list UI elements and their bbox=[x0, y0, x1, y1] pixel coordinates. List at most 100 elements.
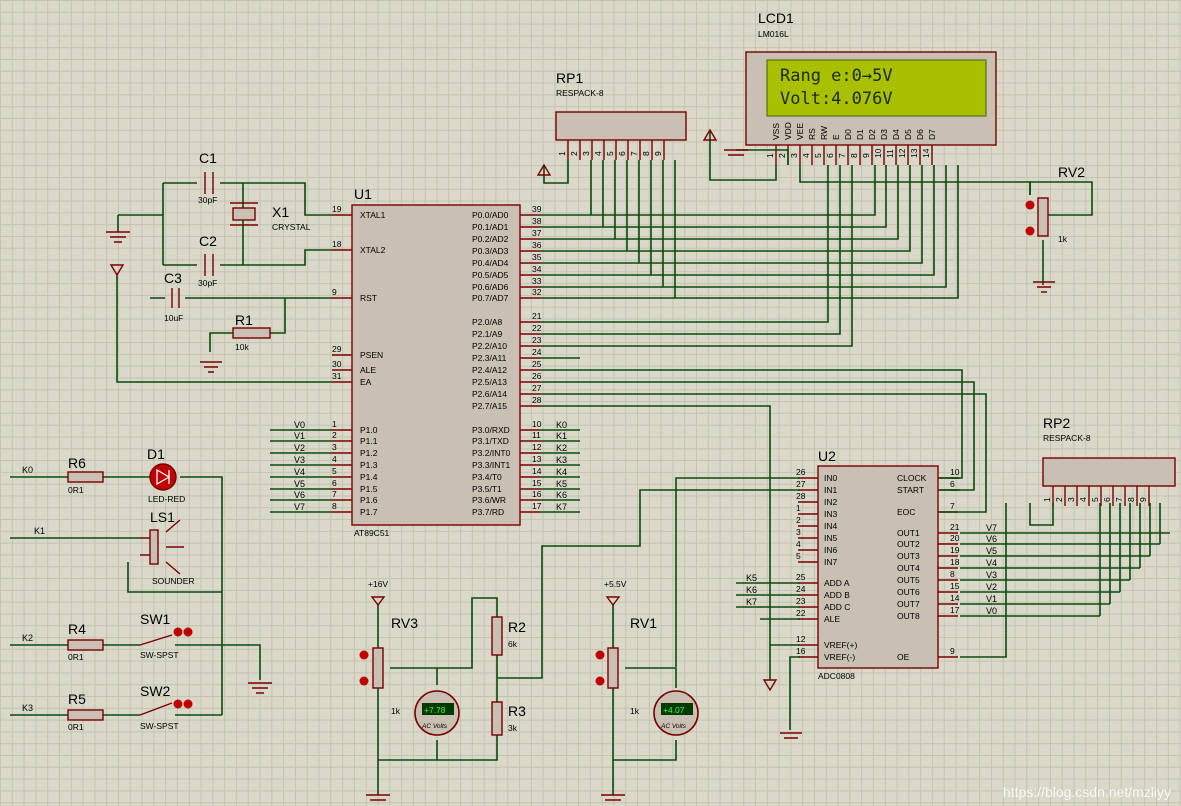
d1-led[interactable]: D1 LED-RED bbox=[147, 446, 185, 504]
net-label-k: K5 bbox=[556, 479, 567, 489]
c2-capacitor[interactable]: C2 30pF bbox=[198, 233, 217, 288]
u2-pin-number: 12 bbox=[796, 634, 806, 644]
u1-pin-number: 15 bbox=[532, 478, 542, 488]
d1-model: LED-RED bbox=[148, 494, 185, 504]
schematic-diagram: Rang e:0→5V Volt:4.076V LCD1 LM016L VSS 1… bbox=[10, 10, 1176, 801]
x1-crystal[interactable]: X1 CRYSTAL bbox=[230, 202, 311, 232]
lcd-pin-number: 1 bbox=[765, 153, 775, 158]
u2-adc[interactable]: U2 ADC0808 IN0 26 IN1 27 IN2 28 IN3 1 IN4 2 IN5 3 IN… bbox=[746, 448, 997, 681]
u1-pin-number: 32 bbox=[532, 287, 542, 297]
net-label-v: V1 bbox=[294, 431, 305, 441]
u1-pin-name: RST bbox=[360, 293, 377, 303]
net-k3: K3 bbox=[22, 703, 33, 713]
lcd-pin-number: 2 bbox=[777, 153, 787, 158]
u1-pin-number: 1 bbox=[332, 419, 337, 429]
rv3-potentiometer[interactable]: RV3 1k +16V bbox=[359, 579, 419, 716]
u1-pin-number: 34 bbox=[532, 264, 542, 274]
u1-pin-name: P3.5/T1 bbox=[472, 484, 502, 494]
lcd-pin-number: 10 bbox=[873, 148, 883, 158]
r4-value: 0R1 bbox=[68, 652, 84, 662]
rp2-ref: RP2 bbox=[1043, 415, 1070, 431]
net-label-v: V0 bbox=[294, 420, 305, 430]
u2-ref: U2 bbox=[818, 448, 836, 464]
net-label-v: V6 bbox=[294, 490, 305, 500]
u1-pin-number: 2 bbox=[332, 430, 337, 440]
c2-ref: C2 bbox=[199, 233, 217, 249]
u2-pin-number: 28 bbox=[796, 491, 806, 501]
sw2-switch[interactable]: SW2 SW-SPST bbox=[139, 683, 193, 731]
voltmeter-2[interactable]: +4.07 AC Volts bbox=[653, 690, 699, 736]
u2-pin-name: IN1 bbox=[824, 485, 838, 495]
schematic-canvas[interactable]: Rang e:0→5V Volt:4.076V LCD1 LM016L VSS 1… bbox=[0, 0, 1181, 806]
lcd-line-2: Volt:4.076V bbox=[780, 89, 893, 109]
lcd1[interactable]: Rang e:0→5V Volt:4.076V LCD1 LM016L VSS 1… bbox=[745, 10, 997, 165]
u2-pin-number: 18 bbox=[950, 557, 960, 567]
u1-pin-name: P1.2 bbox=[360, 448, 378, 458]
voltmeter-1[interactable]: +7.78 AC Volts bbox=[414, 690, 460, 736]
u1-pin-name: XTAL1 bbox=[360, 210, 386, 220]
u2-pin-name: EOC bbox=[897, 507, 915, 517]
u1-pin-number: 19 bbox=[332, 204, 342, 214]
lcd1-ref: LCD1 bbox=[758, 10, 794, 26]
rp2-pin-number: 2 bbox=[1054, 497, 1064, 502]
net-label-v: V5 bbox=[294, 479, 305, 489]
u1-pin-number: 31 bbox=[332, 371, 342, 381]
rp1-pin-number: 3 bbox=[581, 151, 591, 156]
u1-pin-number: 3 bbox=[332, 442, 337, 452]
ls1-sounder[interactable]: LS1 SOUNDER bbox=[140, 509, 195, 586]
net-label-v: V7 bbox=[294, 502, 305, 512]
lcd-pin-name: VSS bbox=[771, 123, 781, 140]
r4-resistor[interactable]: R4 0R1 bbox=[67, 621, 104, 662]
x1-model: CRYSTAL bbox=[272, 222, 311, 232]
r6-resistor[interactable]: R6 0R1 bbox=[67, 455, 104, 495]
d1-ref: D1 bbox=[147, 446, 165, 462]
rv2-potentiometer[interactable]: RV2 1k bbox=[1025, 164, 1086, 244]
c2-value: 30pF bbox=[198, 278, 217, 288]
u1-pin-name: P2.3/A11 bbox=[472, 353, 507, 363]
lcd-pin-name: RW bbox=[819, 126, 829, 140]
u1-microcontroller[interactable]: U1 AT89C51 XTAL119XTAL218RST9PSEN29ALE30… bbox=[294, 186, 567, 538]
net-label-v: V5 bbox=[986, 546, 997, 556]
net-label-v: V0 bbox=[986, 606, 997, 616]
net-label-k: K0 bbox=[556, 420, 567, 430]
rp2-pin-number: 9 bbox=[1138, 497, 1148, 502]
rp1-pin-number: 2 bbox=[569, 151, 579, 156]
lcd-pin-number: 3 bbox=[789, 153, 799, 158]
c3-value: 10uF bbox=[164, 313, 183, 323]
u1-pin-name: P0.6/AD6 bbox=[472, 282, 509, 292]
r2-resistor[interactable]: R2 6k bbox=[491, 616, 526, 656]
net-label-v: V3 bbox=[294, 455, 305, 465]
rv1-potentiometer[interactable]: RV1 1k +5.5V bbox=[595, 579, 658, 716]
u1-pin-name: EA bbox=[360, 377, 372, 387]
r5-resistor[interactable]: R5 0R1 bbox=[67, 691, 104, 732]
u2-pin-name: START bbox=[897, 485, 924, 495]
u2-pin-name: OUT3 bbox=[897, 551, 920, 561]
u2-pin-number: 16 bbox=[796, 646, 806, 656]
rp2-pin-number: 7 bbox=[1114, 497, 1124, 502]
rp2-pin-number: 8 bbox=[1126, 497, 1136, 502]
r3-resistor[interactable]: R3 3k bbox=[491, 701, 526, 736]
u2-pin-name: ALE bbox=[824, 614, 840, 624]
u1-pin-number: 37 bbox=[532, 228, 542, 238]
lcd-pin-name: D3 bbox=[879, 129, 889, 140]
rv3-supply: +16V bbox=[368, 579, 388, 589]
u1-pin-number: 24 bbox=[532, 347, 542, 357]
r5-ref: R5 bbox=[68, 691, 86, 707]
lcd-pin-name: E bbox=[831, 134, 841, 140]
u1-pin-number: 35 bbox=[532, 252, 542, 262]
u1-pin-name: P0.1/AD1 bbox=[472, 222, 509, 232]
net-label-k: K4 bbox=[556, 467, 567, 477]
u1-pin-number: 16 bbox=[532, 489, 542, 499]
c3-capacitor[interactable]: C3 10uF bbox=[164, 270, 183, 323]
rp2-model: RESPACK-8 bbox=[1043, 433, 1091, 443]
sw1-switch[interactable]: SW1 SW-SPST bbox=[139, 611, 193, 660]
r1-resistor[interactable]: R1 10k bbox=[232, 312, 271, 352]
rp2[interactable]: RP2 RESPACK-8 123456789 bbox=[1042, 415, 1176, 506]
c1-capacitor[interactable]: C1 30pF bbox=[198, 150, 217, 205]
lcd-pin-name: D5 bbox=[903, 129, 913, 140]
rp2-pin-number: 6 bbox=[1102, 497, 1112, 502]
lcd-pin-name: VDD bbox=[783, 122, 793, 140]
rv3-value: 1k bbox=[391, 706, 401, 716]
rp1[interactable]: RP1 RESPACK-8 123456789 bbox=[555, 70, 687, 160]
u2-pin-name: IN5 bbox=[824, 533, 838, 543]
